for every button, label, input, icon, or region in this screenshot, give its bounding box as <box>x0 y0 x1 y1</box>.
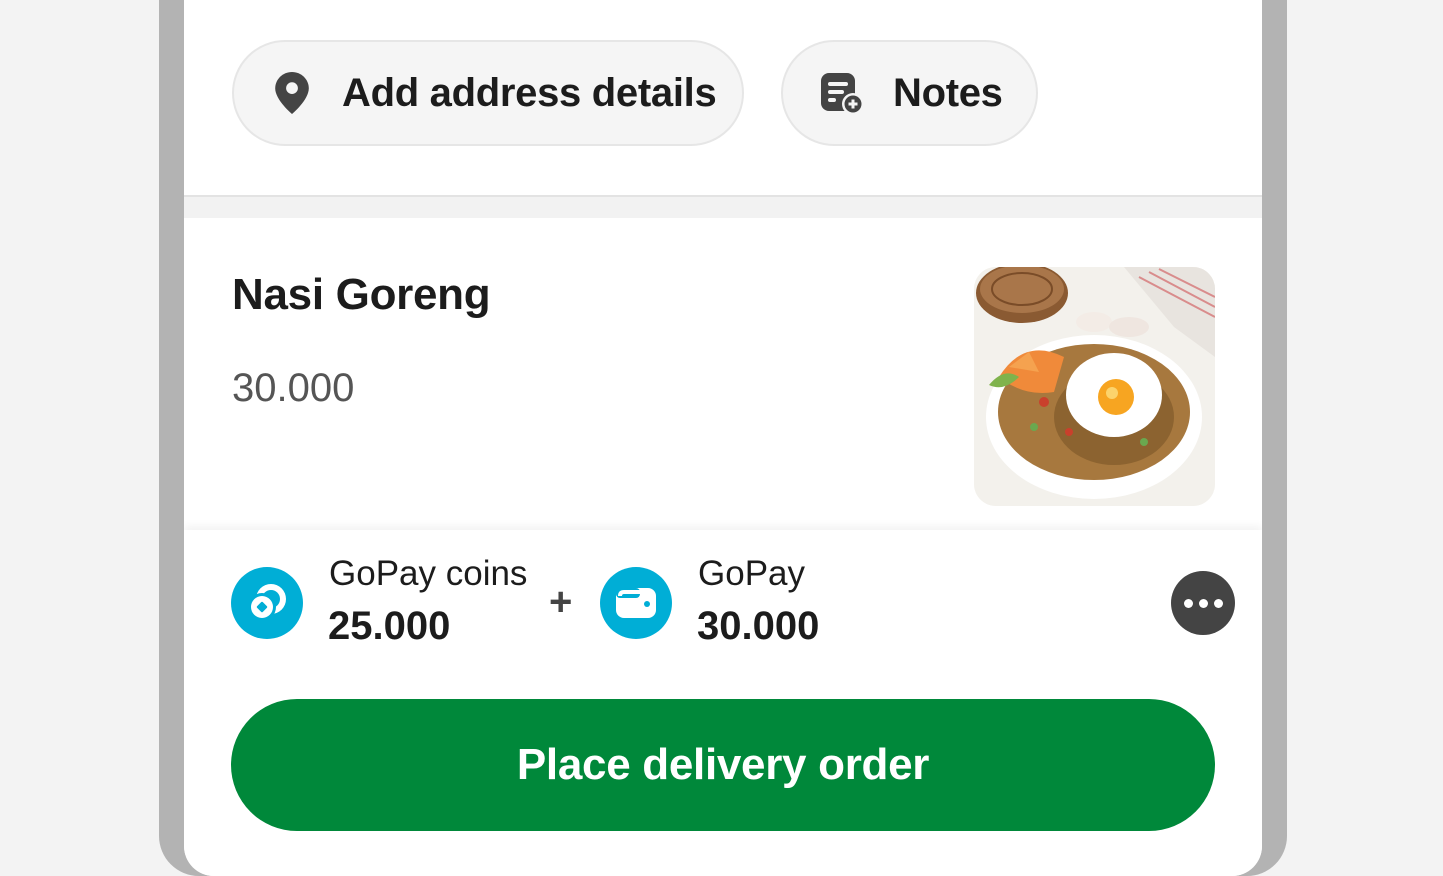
gopay-label: GoPay <box>698 554 805 593</box>
gopay-coins-amount: 25.000 <box>328 604 451 648</box>
gopay-coins-icon[interactable] <box>231 567 303 639</box>
item-photo[interactable] <box>974 267 1215 506</box>
plus-sign: + <box>549 580 573 624</box>
notes-button[interactable]: Notes <box>781 40 1038 146</box>
payment-panel: GoPay coins 25.000 + GoPay 30.000 Place … <box>184 530 1262 876</box>
gopay-coins-label: GoPay coins <box>329 554 528 593</box>
notes-add-icon <box>819 70 865 116</box>
checkout-screen: Add address details Notes Nasi Goreng 30… <box>184 0 1262 876</box>
section-gap <box>184 197 1262 218</box>
notes-label: Notes <box>893 70 1003 115</box>
add-address-label: Add address details <box>342 70 717 115</box>
place-delivery-order-button[interactable]: Place delivery order <box>231 699 1215 831</box>
location-pin-icon <box>272 71 312 115</box>
item-name: Nasi Goreng <box>232 270 491 319</box>
more-options-icon[interactable] <box>1171 571 1235 635</box>
gopay-amount: 30.000 <box>697 604 820 648</box>
item-price: 30.000 <box>232 366 355 410</box>
add-address-details-button[interactable]: Add address details <box>232 40 744 146</box>
wallet-icon[interactable] <box>600 567 672 639</box>
